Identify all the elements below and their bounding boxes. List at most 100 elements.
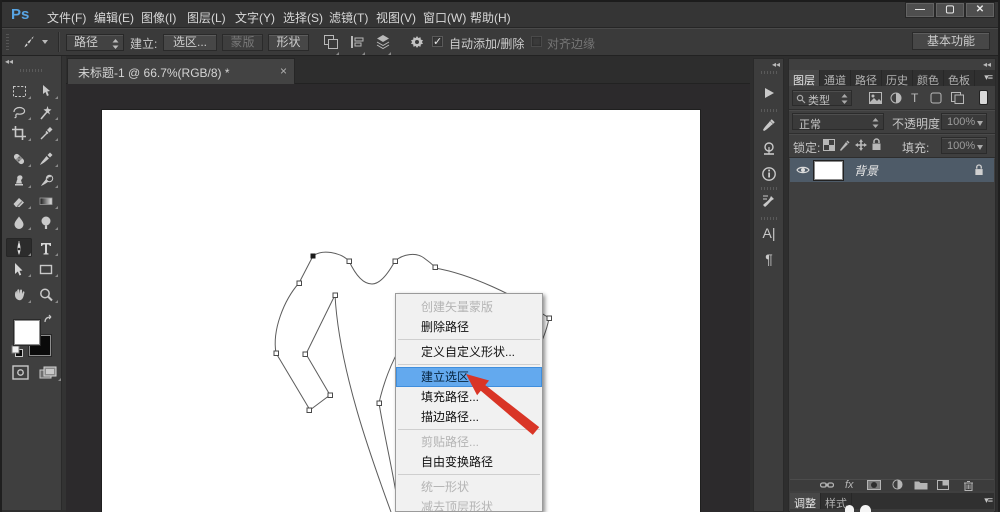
lock-all-icon[interactable] [871, 138, 882, 151]
screen-mode-button[interactable] [34, 363, 62, 382]
menu-filter[interactable]: 滤镜(T) [329, 9, 368, 26]
add-layer-mask-icon[interactable] [867, 480, 881, 490]
tab-swatches[interactable]: 色板 [944, 70, 975, 87]
delete-layer-trash-icon[interactable] [963, 480, 974, 491]
menu-window[interactable]: 窗口(W) [423, 9, 466, 26]
filter-smart-objects-icon[interactable] [951, 92, 964, 104]
collapse-strip-icon[interactable]: ◂◂ [772, 60, 780, 69]
path-operations-button[interactable] [322, 33, 340, 56]
lock-transparency-icon[interactable] [823, 139, 835, 151]
path-selection-tool[interactable] [6, 259, 32, 278]
options-bar-grip[interactable] [6, 34, 9, 51]
character-panel-button[interactable]: A| [758, 223, 780, 243]
actions-panel-button[interactable] [758, 83, 780, 103]
crop-tool[interactable] [6, 123, 32, 142]
brush-panel-button[interactable] [758, 115, 780, 135]
menu-item-clipping-path[interactable]: 剪贴路径... [396, 432, 542, 452]
menu-item-create-vector-mask[interactable]: 创建矢量蒙版 [396, 297, 542, 317]
auto-add-delete-checkbox[interactable]: ✓ [432, 36, 443, 48]
quick-selection-tool[interactable] [33, 102, 59, 121]
move-tool[interactable] [33, 81, 59, 100]
foreground-color-swatch[interactable] [13, 319, 41, 346]
tab-paths[interactable]: 路径 [851, 70, 882, 87]
info-panel-button[interactable] [758, 164, 780, 184]
blur-tool[interactable] [6, 212, 32, 231]
menu-file[interactable]: 文件(F) [47, 9, 86, 26]
layer-thumbnail[interactable] [813, 159, 844, 181]
menu-edit[interactable]: 编辑(E) [94, 9, 134, 26]
eyedropper-tool[interactable] [33, 123, 59, 142]
tab-color[interactable]: 颜色 [913, 70, 944, 87]
strip-grip[interactable] [761, 187, 777, 190]
opacity-field[interactable]: 100% [941, 113, 987, 130]
tool-preset-button[interactable] [18, 31, 52, 53]
layer-row-background[interactable]: 背景 [790, 158, 994, 182]
adjustments-panel-menu-icon[interactable]: ▾≡ [984, 495, 993, 506]
fill-field[interactable]: 100% [941, 137, 987, 154]
document-tab[interactable]: 未标题-1 @ 66.7%(RGB/8) * × [67, 58, 295, 84]
tab-channels[interactable]: 通道 [820, 70, 851, 87]
gear-settings-button[interactable] [408, 33, 426, 56]
strip-grip[interactable] [761, 109, 777, 112]
menu-type[interactable]: 文字(Y) [235, 9, 275, 26]
new-group-folder-icon[interactable] [914, 480, 928, 490]
minimize-button[interactable]: — [905, 2, 935, 18]
menu-item-fill-path[interactable]: 填充路径... [396, 387, 542, 407]
history-brush-tool[interactable] [33, 170, 59, 189]
zoom-tool[interactable] [33, 285, 59, 304]
layer-visibility-eye-icon[interactable] [796, 165, 810, 175]
filter-kind-dropdown[interactable]: 类型 [792, 90, 852, 107]
menu-layer[interactable]: 图层(L) [187, 9, 226, 26]
swap-colors-icon[interactable] [42, 314, 56, 326]
filter-toggle[interactable] [979, 90, 988, 105]
rectangle-tool[interactable] [33, 259, 59, 278]
maximize-button[interactable]: ▢ [935, 2, 965, 18]
collapse-tools-icon[interactable]: ◂◂ [5, 57, 13, 66]
menu-select[interactable]: 选择(S) [283, 9, 323, 26]
align-edges-checkbox[interactable] [531, 36, 542, 47]
default-colors-icon[interactable] [11, 345, 24, 358]
collapse-panels-icon[interactable]: ◂◂ [983, 60, 991, 69]
filter-shape-layers-icon[interactable] [930, 92, 942, 104]
paragraph-panel-button[interactable]: ¶ [758, 249, 780, 269]
menu-view[interactable]: 视图(V) [376, 9, 416, 26]
workspace-switcher-button[interactable]: 基本功能 [912, 32, 990, 50]
menu-item-make-selection[interactable]: 建立选区... [396, 367, 542, 387]
document-tab-close-icon[interactable]: × [280, 64, 287, 78]
gradient-tool[interactable] [33, 191, 59, 210]
tab-adjustments[interactable]: 调整 [790, 493, 821, 510]
type-tool[interactable] [33, 238, 59, 257]
make-mask-button[interactable]: 蒙版 [222, 34, 263, 51]
quick-mask-button[interactable] [7, 363, 33, 382]
tab-layers[interactable]: 图层 [789, 70, 820, 87]
new-layer-icon[interactable] [937, 480, 949, 490]
menu-image[interactable]: 图像(I) [141, 9, 176, 26]
menu-item-free-transform-path[interactable]: 自由变换路径 [396, 452, 542, 472]
link-layers-icon[interactable] [820, 480, 834, 490]
filter-pixel-layers-icon[interactable] [869, 92, 882, 104]
menu-item-stroke-path[interactable]: 描边路径... [396, 407, 542, 427]
make-shape-button[interactable]: 形状 [268, 34, 309, 51]
menu-item-define-custom-shape[interactable]: 定义自定义形状... [396, 342, 542, 362]
tool-mode-dropdown[interactable]: 路径 [66, 34, 124, 51]
spot-healing-brush-tool[interactable] [6, 149, 32, 168]
filter-type-layers-icon[interactable]: T [911, 91, 918, 105]
clone-source-panel-button[interactable] [758, 139, 780, 159]
brush-tool[interactable] [33, 149, 59, 168]
new-adjustment-layer-icon[interactable] [892, 479, 903, 490]
rectangular-marquee-tool[interactable] [6, 81, 32, 100]
eraser-tool[interactable] [6, 191, 32, 210]
layer-name[interactable]: 背景 [854, 162, 878, 179]
lock-position-icon[interactable] [855, 139, 867, 151]
strip-grip[interactable] [761, 71, 777, 74]
clone-stamp-tool[interactable] [6, 170, 32, 189]
close-button[interactable]: ✕ [965, 2, 995, 18]
tab-history[interactable]: 历史 [882, 70, 913, 87]
blend-mode-dropdown[interactable]: 正常 [792, 113, 884, 131]
menu-item-unify-shape[interactable]: 统一形状 [396, 477, 542, 497]
brush-presets-panel-button[interactable] [758, 191, 780, 211]
pen-tool[interactable] [6, 238, 32, 257]
make-selection-button[interactable]: 选区... [163, 34, 217, 51]
menu-help[interactable]: 帮助(H) [470, 9, 511, 26]
menu-item-subtract-front-shape[interactable]: 减去顶层形状 [396, 497, 542, 511]
